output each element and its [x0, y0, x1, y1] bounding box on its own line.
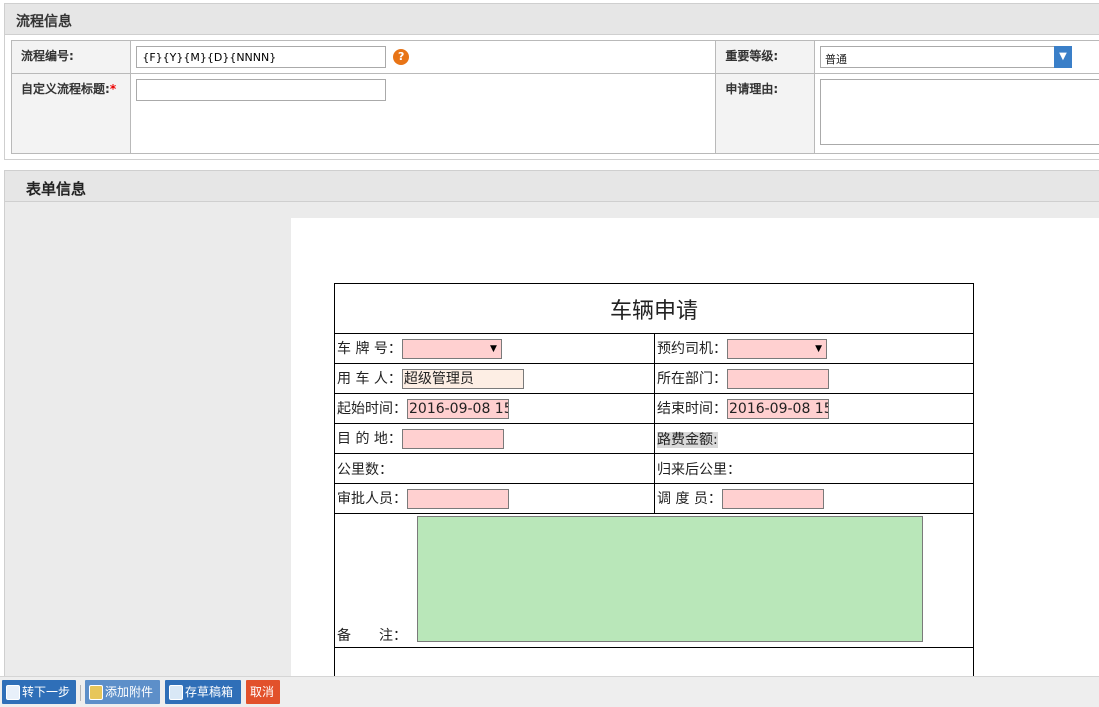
dept-field[interactable] — [727, 369, 829, 389]
toolbar-divider — [80, 685, 81, 701]
process-info-panel: 流程编号: ? 重要等级: 普通 ▼ 自定义流程标题:* 申请理由: — [4, 35, 1099, 160]
cancel-button[interactable]: 取消 — [246, 680, 280, 704]
plate-select[interactable] — [401, 339, 502, 359]
dispatcher-label: 调 度 员： — [657, 491, 722, 507]
draft-icon — [169, 685, 183, 700]
attachment-icon — [89, 685, 103, 700]
destination-field[interactable] — [401, 429, 504, 449]
form-info-title: 表单信息 — [26, 180, 87, 198]
driver-label: 预约司机： — [657, 341, 727, 357]
approver-label: 审批人员： — [337, 491, 407, 507]
end-time-label: 结束时间： — [657, 401, 727, 417]
custom-title-label: 自定义流程标题: — [21, 82, 110, 96]
end-time-field[interactable]: 2016-09-08 15 — [727, 399, 829, 419]
start-time-field[interactable]: 2016-09-08 15 — [407, 399, 509, 419]
reason-label: 申请理由: — [715, 73, 815, 154]
process-number-label: 流程编号: — [10, 40, 132, 74]
process-info-title: 流程信息 — [16, 14, 72, 30]
form-title: 车辆申请 — [334, 283, 974, 334]
plate-label: 车 牌 号： — [337, 341, 402, 357]
user-label: 用 车 人： — [337, 371, 402, 387]
memo-textarea[interactable] — [417, 516, 923, 642]
return-mileage-label: 归来后公里： — [654, 453, 974, 484]
process-info-header: 流程信息 — [4, 3, 1099, 35]
process-number-input[interactable] — [136, 46, 387, 68]
mileage-label: 公里数： — [334, 453, 655, 484]
save-draft-button[interactable]: 存草稿箱 — [165, 680, 241, 704]
destination-label: 目 的 地： — [337, 431, 402, 447]
priority-select[interactable]: 普通 ▼ — [820, 46, 1072, 68]
driver-select[interactable] — [727, 339, 827, 359]
bottom-toolbar: 转下一步 添加附件 存草稿箱 取消 — [0, 676, 1099, 707]
custom-title-input[interactable] — [136, 79, 387, 101]
dispatcher-field[interactable] — [721, 489, 824, 509]
forward-icon — [6, 685, 20, 700]
add-attachment-button[interactable]: 添加附件 — [85, 680, 160, 704]
priority-selected-value: 普通 — [825, 53, 847, 66]
next-step-button[interactable]: 转下一步 — [2, 680, 76, 704]
approver-field[interactable] — [407, 489, 509, 509]
fee-label: 路费金额: — [657, 431, 718, 448]
dept-label: 所在部门： — [657, 371, 727, 387]
start-time-label: 起始时间： — [337, 401, 407, 417]
form-info-header: 表单信息 — [4, 170, 1099, 202]
required-mark: * — [109, 82, 117, 96]
reason-textarea[interactable] — [820, 79, 1099, 145]
user-field[interactable]: 超级管理员 — [401, 369, 524, 389]
priority-label: 重要等级: — [715, 40, 815, 74]
process-info-table: 流程编号: ? 重要等级: 普通 ▼ 自定义流程标题:* 申请理由: — [10, 40, 1099, 154]
help-icon[interactable]: ? — [393, 49, 410, 65]
chevron-down-icon[interactable]: ▼ — [1054, 46, 1072, 68]
